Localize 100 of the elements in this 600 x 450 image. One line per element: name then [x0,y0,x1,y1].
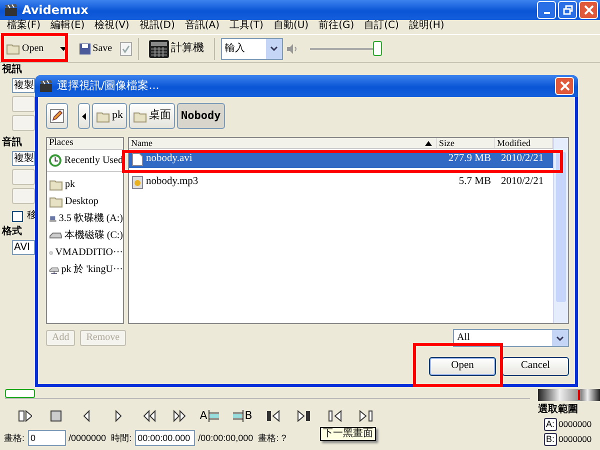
path-button[interactable]: Nobody [177,103,225,129]
places-item[interactable]: Desktop [47,193,123,210]
next-scene-icon [358,409,372,423]
clapperboard-icon [39,79,53,93]
previous-scene-icon [328,409,342,423]
frame-type: 畫格: ? [258,432,286,444]
minimize-icon [544,12,550,14]
marker-a-icon [207,409,222,423]
time-label: 時間: [111,432,132,444]
open-button[interactable]: Open [2,38,71,59]
close-icon [584,5,594,15]
marker-a-button[interactable]: A: [544,418,557,431]
calculator-button[interactable]: 計算機 [145,36,208,62]
rewind-icon [142,409,156,423]
places-item[interactable]: 本機磁碟 (C:) [47,227,123,244]
first-frame-icon [266,409,280,423]
close-icon [560,81,570,91]
file-size: 277.9 MB [447,153,492,166]
places-item[interactable]: pk [47,176,123,193]
clock-icon [49,154,62,168]
menu-item[interactable]: 音訊(A) [180,20,225,34]
folder-icon [6,42,20,55]
selection-range-bar [538,389,600,401]
places-item[interactable]: pk 於 'kingU··· [47,261,123,278]
marker-a-value: 0000000 [558,419,592,430]
marker-a-button[interactable]: A [195,405,226,427]
menu-item[interactable]: 編輯(E) [46,20,90,34]
folder-icon [133,110,147,122]
edit-path-button[interactable] [46,103,68,129]
document-check-icon [120,42,132,56]
speaker-icon [287,44,298,54]
audio-file-icon [132,176,143,189]
cancel-button[interactable]: Cancel [502,356,569,376]
marker-b-button[interactable]: B [226,405,257,427]
fast-forward-icon [172,409,186,423]
codec-dropdown[interactable]: 複製 [12,151,35,166]
places-item[interactable]: 3.5 軟碟機 (A:) [47,210,123,227]
marker-b-value: 0000000 [558,434,592,444]
time-total: /00:00:00,000 [198,432,254,444]
tooltip: 下一黑畫面 [320,427,376,441]
file-date: 2010/2/21 [500,153,545,166]
marker-b-icon [230,409,245,423]
menu-item[interactable]: 檢視(V) [90,20,134,34]
minimize-button[interactable] [537,1,556,19]
close-button[interactable] [555,77,574,95]
restore-icon [562,5,572,15]
section-heading: 視訊 [2,64,22,76]
scrollbar[interactable] [553,138,568,323]
path-button[interactable]: 桌面 [129,103,175,129]
checkbox[interactable] [12,210,23,222]
menu-item[interactable]: 說明(H) [404,20,450,34]
chevron-down-icon [270,46,278,51]
menu-item[interactable]: 工具(T) [224,20,268,34]
menu-item[interactable]: 自動(U) [268,20,314,34]
highlight-frame [1,33,68,62]
selection-heading: 選取範圍 [538,404,579,416]
time-input[interactable]: 00:00:00.000 [134,430,196,446]
file-size: 5.7 MB [458,176,492,189]
menu-item[interactable]: 視訊(D) [134,20,180,34]
section-heading: 音訊 [2,137,22,149]
timeline-slider[interactable] [5,389,530,399]
sort-arrow-icon [425,140,432,146]
document-icon [132,153,143,166]
chevron-down-icon [556,336,564,340]
stop-icon [48,409,62,423]
file-type-dropdown[interactable]: All [453,329,569,347]
format-dropdown[interactable]: AVI [12,240,35,255]
mode-dropdown[interactable]: 輸入 [221,38,284,60]
volume-slider-thumb[interactable] [373,41,382,56]
places-item[interactable]: VMADDITIO··· [47,244,123,261]
column-header[interactable]: Size [437,138,495,148]
file-name: nobody.mp3 [146,176,198,189]
folder-icon [49,178,63,192]
left-arrow-icon [82,112,86,120]
restore-button[interactable] [558,1,577,19]
marker-b-button[interactable]: B: [544,432,557,446]
frame-label: 畫格: [4,432,25,444]
path-button[interactable]: pk [92,103,127,129]
codec-dropdown[interactable]: 複製 [12,78,35,93]
window-title: Avidemux [22,2,90,18]
file-row[interactable]: nobody.mp3 5.7 MB 2010/2/21 [129,174,553,191]
menu-item[interactable]: 前往(G) [314,20,360,34]
section-heading: 格式 [2,226,22,238]
last-frame-icon [296,409,310,423]
open-button[interactable]: Open [429,356,496,376]
folder-icon [49,194,63,208]
close-button[interactable] [579,1,598,19]
timeline-slider-thumb[interactable] [5,389,35,398]
pencil-icon [50,109,64,123]
save-button[interactable]: Save [74,38,116,58]
file-date: 2010/2/21 [500,176,545,189]
play-icon [18,409,32,423]
column-header[interactable]: Name [129,138,437,148]
menu-item[interactable]: 檔案(F) [2,20,46,34]
frame-input[interactable]: 0 [28,430,66,446]
frame-total: /0000000 [68,432,106,444]
file-name: nobody.avi [146,153,192,166]
clapperboard-icon [4,3,18,17]
back-button[interactable] [78,103,90,129]
menu-item[interactable]: 自訂(C) [359,20,404,34]
